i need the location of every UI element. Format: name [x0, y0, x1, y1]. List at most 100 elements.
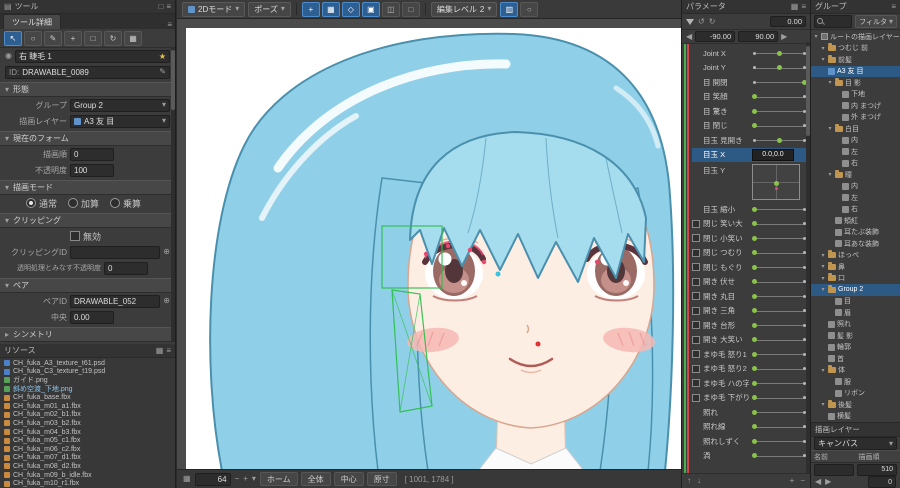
parameter-slider[interactable]: [751, 202, 807, 217]
section-current-form-header[interactable]: ▾ 現在のフォーム: [0, 131, 175, 146]
order-offset-field[interactable]: 0: [868, 476, 896, 488]
slider-value-knob[interactable]: [751, 123, 757, 129]
expand-arrow[interactable]: ▾: [827, 171, 833, 178]
resource-file[interactable]: CH_fuka_m03_b2.fbx: [0, 419, 175, 428]
edit-id-icon[interactable]: ✎: [159, 68, 166, 76]
layer-name-field[interactable]: [814, 463, 854, 476]
parameter-row[interactable]: まゆ毛 怒り2: [692, 362, 807, 377]
parameter-row[interactable]: 閉じ 笑い大: [692, 217, 807, 232]
parameter-checkbox[interactable]: [692, 292, 700, 301]
parameter-slider[interactable]: [751, 420, 807, 435]
draw-order-field[interactable]: 0: [70, 147, 114, 161]
expand-arrow[interactable]: ▾: [820, 286, 826, 293]
parameter-slider[interactable]: [752, 61, 807, 76]
section-form-header[interactable]: ▾ 形態: [0, 82, 175, 97]
view-fit-button[interactable]: 全体: [300, 472, 331, 486]
panel-menu-icon[interactable]: ≡: [166, 2, 171, 11]
tree-item[interactable]: 左: [811, 146, 900, 158]
pick-target-icon[interactable]: ⊕: [163, 248, 170, 256]
move-down-icon[interactable]: ↓: [697, 477, 701, 485]
resource-file[interactable]: CH_fuka_m06_c2.fbx: [0, 445, 175, 454]
guide-toggle[interactable]: ▥: [500, 1, 519, 17]
parameter-checkbox[interactable]: [692, 393, 700, 402]
range-right-icon[interactable]: ▶: [781, 32, 787, 41]
parameter-checkbox[interactable]: [692, 234, 700, 243]
tree-item[interactable]: 髪 影: [811, 330, 900, 342]
rotate-tool[interactable]: ↻: [104, 30, 122, 46]
mesh-toggle[interactable]: ◇: [341, 1, 360, 17]
expand-arrow[interactable]: ▾: [820, 275, 826, 282]
inspector-scrollbar[interactable]: [171, 48, 175, 342]
tree-item[interactable]: ▾ ルートの描画レイヤーを検証: [811, 31, 900, 43]
parameter-row[interactable]: 照れ線: [692, 420, 807, 435]
expand-arrow[interactable]: ▾: [813, 33, 819, 40]
parameter-slider[interactable]: [751, 347, 807, 362]
slider-value-knob[interactable]: [777, 137, 782, 143]
parameter-row[interactable]: 目 閉じ: [692, 119, 807, 134]
parameter-slider[interactable]: [751, 90, 807, 105]
parameter-slider[interactable]: [751, 260, 807, 275]
slider-value-knob[interactable]: [751, 366, 757, 372]
rect-tool[interactable]: □: [84, 30, 102, 46]
layer-dropdown[interactable]: A3 友 目 ▾: [70, 114, 170, 128]
parameter-row[interactable]: 閉じ 小笑い: [692, 231, 807, 246]
opacity-field[interactable]: 100: [70, 163, 114, 177]
blend-option[interactable]: 通常: [25, 197, 57, 210]
parameter-row[interactable]: 開き 台形: [692, 318, 807, 333]
parameter-slider[interactable]: [751, 333, 807, 348]
tree-item[interactable]: 内 まつげ: [811, 100, 900, 112]
handle-toggle[interactable]: ▣: [361, 1, 380, 17]
tree-item[interactable]: 耳たぶ装飾: [811, 227, 900, 239]
parameter-slider[interactable]: [751, 434, 807, 449]
zoom-menu-icon[interactable]: ▾: [252, 475, 256, 483]
resource-file[interactable]: CH_fuka_m10_r1.fbx: [0, 479, 175, 488]
view-actual-button[interactable]: 原寸: [366, 472, 397, 486]
group-dropdown[interactable]: Group 2 ▾: [70, 98, 170, 112]
view-center-button[interactable]: 中心: [333, 472, 364, 486]
tree-item[interactable]: 首: [811, 353, 900, 365]
step-left-icon[interactable]: ◀: [815, 478, 821, 486]
tree-item[interactable]: ▾ つむじ 前: [811, 43, 900, 55]
parameter-checkbox[interactable]: [692, 248, 700, 257]
brush-tool[interactable]: ✎: [44, 30, 62, 46]
collapsed-icon[interactable]: ▸: [5, 330, 9, 339]
collapse-icon[interactable]: ▾: [5, 216, 9, 225]
parameter-slider[interactable]: [752, 46, 807, 61]
tree-item[interactable]: ▾ 後髪: [811, 399, 900, 411]
pair-id-field[interactable]: DRAWABLE_052: [70, 294, 161, 308]
slider-value-knob[interactable]: [751, 235, 757, 241]
resource-file[interactable]: CH_fuka_m01_a1.fbx: [0, 402, 175, 411]
parameter-slider[interactable]: [751, 119, 807, 134]
slider-value-knob[interactable]: [777, 50, 782, 56]
tree-item[interactable]: 頬紅: [811, 215, 900, 227]
expand-arrow[interactable]: ▾: [820, 367, 826, 374]
parameter-value-field[interactable]: 0.00: [770, 16, 806, 27]
parameter-slider[interactable]: [751, 104, 807, 119]
parameter-checkbox[interactable]: [692, 306, 700, 315]
tree-item[interactable]: ▾ 体: [811, 365, 900, 377]
resource-file[interactable]: 斜め空渡_下地.png: [0, 385, 175, 394]
expand-arrow[interactable]: ▾: [820, 252, 826, 259]
parameter-slider[interactable]: [751, 231, 807, 246]
parameter-row[interactable]: 閉じ つむり: [692, 246, 807, 261]
parameter-row[interactable]: Joint X: [692, 46, 807, 61]
pad-knob[interactable]: [773, 181, 779, 187]
slider-value-knob[interactable]: [751, 395, 757, 401]
parameter-slider[interactable]: [751, 376, 807, 391]
slider-value-knob[interactable]: [751, 380, 757, 386]
parameter-row[interactable]: 開き 大笑い: [692, 333, 807, 348]
tree-item[interactable]: 右: [811, 204, 900, 216]
view-home-button[interactable]: ホーム: [259, 472, 298, 486]
object-name-field[interactable]: 右 睫毛 1 ★: [14, 49, 170, 63]
tree-item[interactable]: 横髪: [811, 411, 900, 423]
slider-value-knob[interactable]: [751, 108, 757, 114]
section-blend-header[interactable]: ▾ 描画モード: [0, 180, 175, 195]
resource-file[interactable]: CH_fuka_m02_b1.fbx: [0, 411, 175, 420]
pose-dropdown[interactable]: ポーズ ▾: [248, 1, 291, 17]
slider-value-knob[interactable]: [751, 250, 757, 256]
collapse-icon[interactable]: ▾: [5, 281, 9, 290]
parameter-slider[interactable]: [751, 246, 807, 261]
slider-value-knob[interactable]: [751, 322, 757, 328]
search-input[interactable]: [814, 15, 853, 28]
undo-icon[interactable]: ↺: [698, 17, 705, 26]
